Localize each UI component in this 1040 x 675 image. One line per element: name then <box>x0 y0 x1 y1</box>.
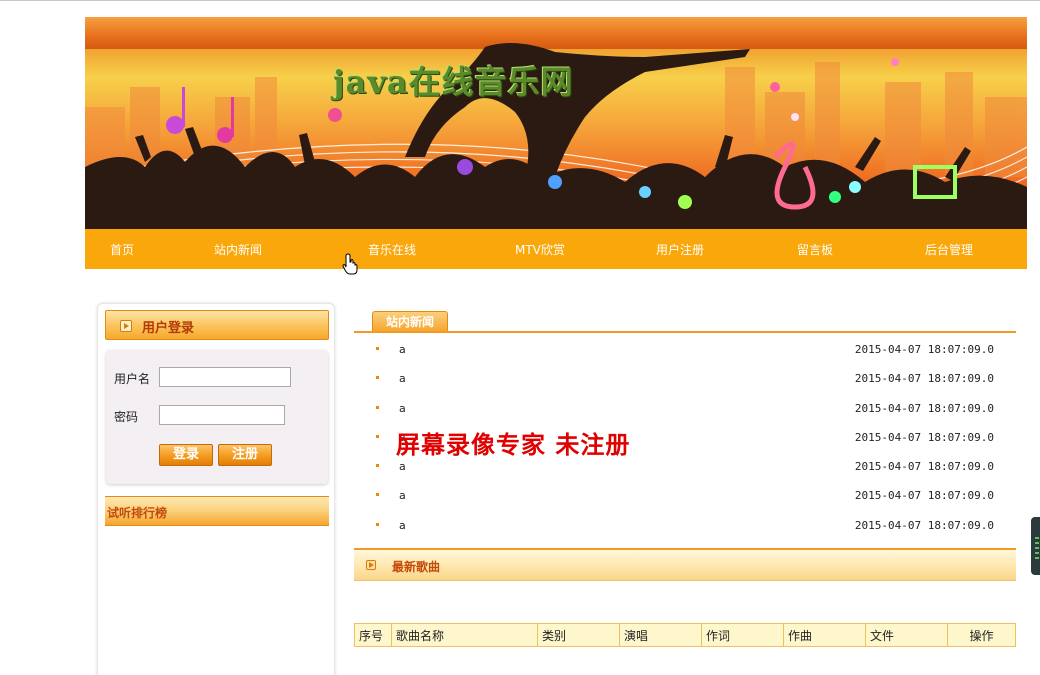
news-time: 2015-04-07 18:07:09.0 <box>854 372 994 386</box>
username-input[interactable] <box>159 367 291 387</box>
col-file: 文件 <box>865 623 948 647</box>
login-panel-title: 用户登录 <box>142 321 195 336</box>
songs-panel-title: 最新歌曲 <box>392 560 441 574</box>
news-title[interactable]: a <box>399 372 406 385</box>
col-category: 类别 <box>537 623 620 647</box>
table-header-row: 序号 歌曲名称 类别 演唱 作词 作曲 文件 操作 <box>354 623 1016 647</box>
news-time: 2015-04-07 18:07:09.0 <box>854 401 994 415</box>
ranking-panel-header: 试听排行榜 <box>105 496 329 526</box>
username-label: 用户名 <box>114 372 151 386</box>
bullet-icon <box>376 376 379 380</box>
list-item[interactable]: a 2015-04-07 18:07:09.0 <box>354 511 1016 540</box>
list-item[interactable]: a 2015-04-07 18:07:09.0 <box>354 364 1016 393</box>
bullet-icon <box>376 347 379 350</box>
side-scroll-handle[interactable] <box>1031 517 1040 575</box>
login-form: 用户名 密码 登录 注册 <box>106 350 328 484</box>
arrow-right-icon <box>366 560 376 570</box>
hand-pointer-icon <box>342 253 358 275</box>
news-title[interactable]: a <box>399 402 406 415</box>
news-title[interactable]: a <box>399 519 406 532</box>
tab-news[interactable]: 站内新闻 <box>372 311 448 332</box>
nav-item-music[interactable]: 音乐在线 <box>368 241 416 258</box>
col-index: 序号 <box>354 623 392 647</box>
main-nav: 首页 站内新闻 音乐在线 MTV欣赏 用户注册 留言板 后台管理 <box>85 229 1027 269</box>
bullet-icon <box>376 493 379 497</box>
news-title[interactable]: a <box>399 489 406 502</box>
list-item[interactable]: a 2015-04-07 18:07:09.0 <box>354 335 1016 364</box>
songs-panel-header: 最新歌曲 <box>354 548 1016 581</box>
login-panel-header: 用户登录 <box>105 310 329 340</box>
nav-item-admin[interactable]: 后台管理 <box>925 241 973 258</box>
site-title: java在线音乐网 <box>333 63 574 101</box>
header-banner: java在线音乐网 <box>85 17 1027 229</box>
banner-artwork <box>85 43 1027 229</box>
nav-item-news[interactable]: 站内新闻 <box>214 241 262 258</box>
news-time: 2015-04-07 18:07:09.0 <box>854 489 994 503</box>
nav-item-guestbook[interactable]: 留言板 <box>797 241 833 258</box>
password-input[interactable] <box>159 405 285 425</box>
bullet-icon <box>376 434 379 438</box>
list-item[interactable]: a 2015-04-07 18:07:09.0 <box>354 481 1016 510</box>
register-button[interactable]: 注册 <box>218 444 272 466</box>
left-sidebar: 用户登录 用户名 密码 登录 注册 试听排行榜 <box>97 303 335 675</box>
password-label: 密码 <box>114 410 139 424</box>
songs-table: 序号 歌曲名称 类别 演唱 作词 作曲 文件 操作 <box>354 623 1016 647</box>
col-lyricist: 作词 <box>701 623 784 647</box>
news-title[interactable]: a <box>399 343 406 356</box>
col-song-name: 歌曲名称 <box>391 623 538 647</box>
bullet-icon <box>376 522 379 526</box>
news-time: 2015-04-07 18:07:09.0 <box>854 430 994 444</box>
news-time: 2015-04-07 18:07:09.0 <box>854 518 994 532</box>
nav-item-home[interactable]: 首页 <box>110 241 134 258</box>
news-divider <box>354 331 1016 333</box>
bullet-icon <box>376 464 379 468</box>
news-time: 2015-04-07 18:07:09.0 <box>854 460 994 474</box>
nav-item-mtv[interactable]: MTV欣赏 <box>515 241 565 258</box>
list-item[interactable]: a 2015-04-07 18:07:09.0 <box>354 394 1016 423</box>
col-singer: 演唱 <box>619 623 702 647</box>
col-composer: 作曲 <box>783 623 866 647</box>
bullet-icon <box>376 405 379 409</box>
recorder-watermark: 屏幕录像专家 未注册 <box>396 430 631 459</box>
nav-item-register[interactable]: 用户注册 <box>656 241 704 258</box>
col-actions: 操作 <box>947 623 1016 647</box>
news-time: 2015-04-07 18:07:09.0 <box>854 343 994 356</box>
arrow-right-icon <box>120 320 132 332</box>
ranking-panel-title: 试听排行榜 <box>107 506 168 520</box>
news-title[interactable]: a <box>399 460 406 473</box>
login-button[interactable]: 登录 <box>159 444 213 466</box>
